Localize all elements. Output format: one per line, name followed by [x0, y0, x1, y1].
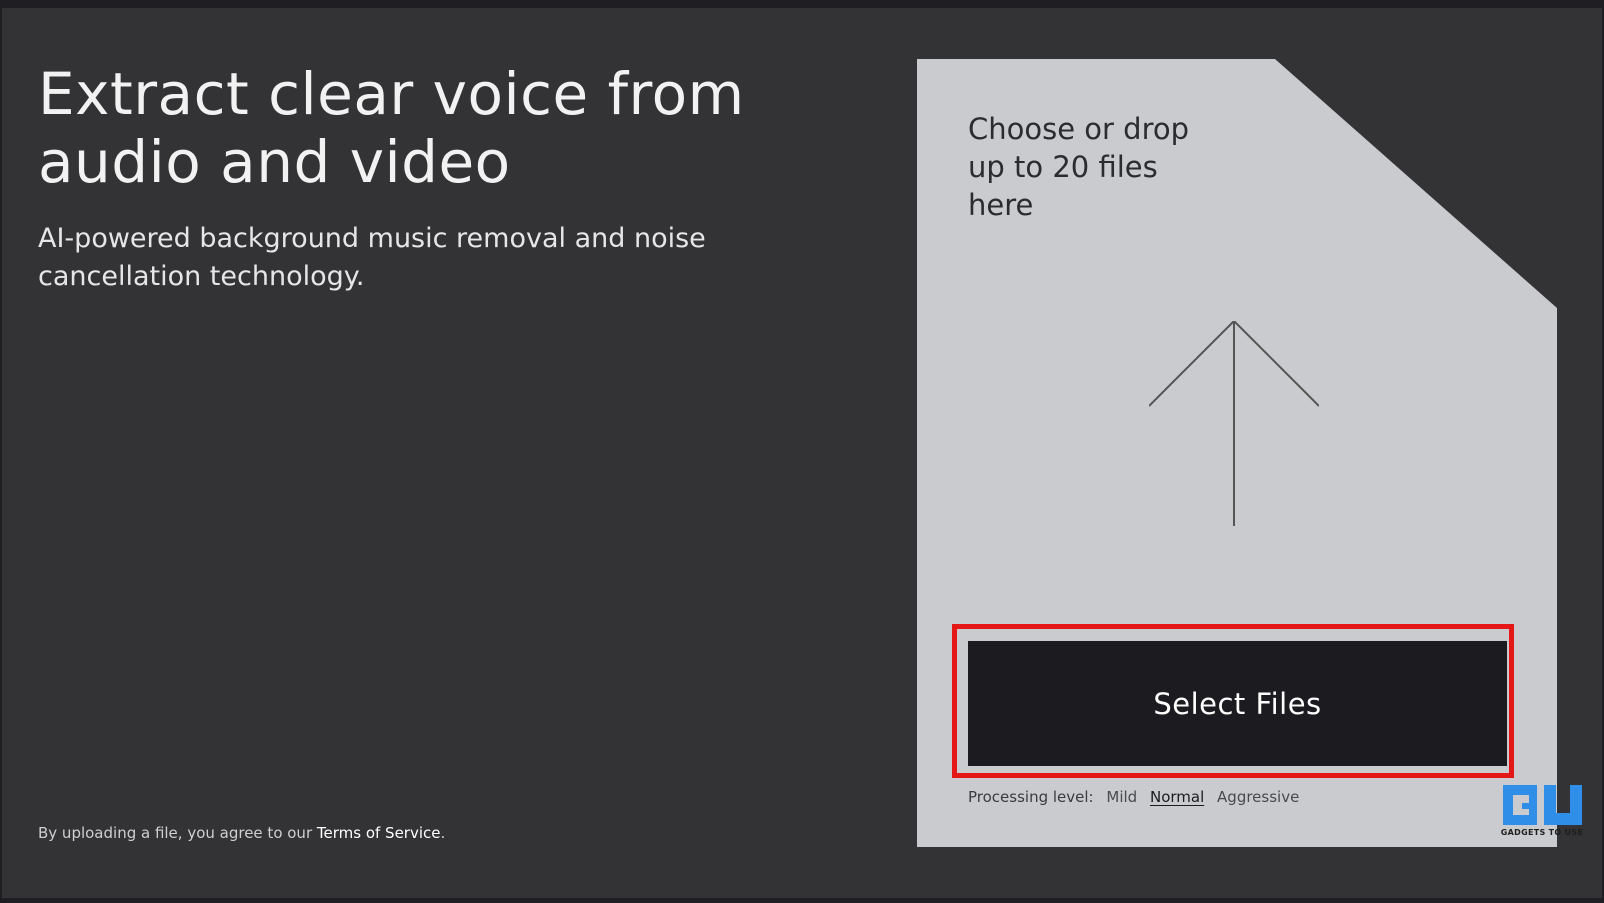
arrow-up-icon — [1149, 321, 1319, 526]
processing-option-normal[interactable]: Normal — [1150, 788, 1204, 806]
watermark-text: GADGETS TO USE — [1500, 828, 1584, 837]
terms-suffix: . — [440, 824, 446, 842]
processing-option-aggressive[interactable]: Aggressive — [1217, 788, 1299, 806]
page-title: Extract clear voice from audio and video — [38, 60, 745, 196]
file-drop-zone[interactable]: Choose or drop up to 20 files here Selec… — [917, 59, 1557, 847]
page-subtitle: AI-powered background music removal and … — [38, 223, 706, 292]
select-files-button[interactable]: Select Files — [968, 641, 1507, 766]
drop-prompt: Choose or drop up to 20 files here — [968, 112, 1190, 222]
terms-notice: By uploading a file, you agree to our Te… — [38, 823, 445, 843]
processing-option-mild[interactable]: Mild — [1106, 788, 1137, 806]
terms-of-service-link[interactable]: Terms of Service — [317, 824, 441, 842]
terms-prefix: By uploading a file, you agree to our — [38, 824, 317, 842]
processing-level-selector: Processing level: Mild Normal Aggressive — [968, 787, 1299, 807]
processing-level-label: Processing level: — [968, 788, 1094, 806]
